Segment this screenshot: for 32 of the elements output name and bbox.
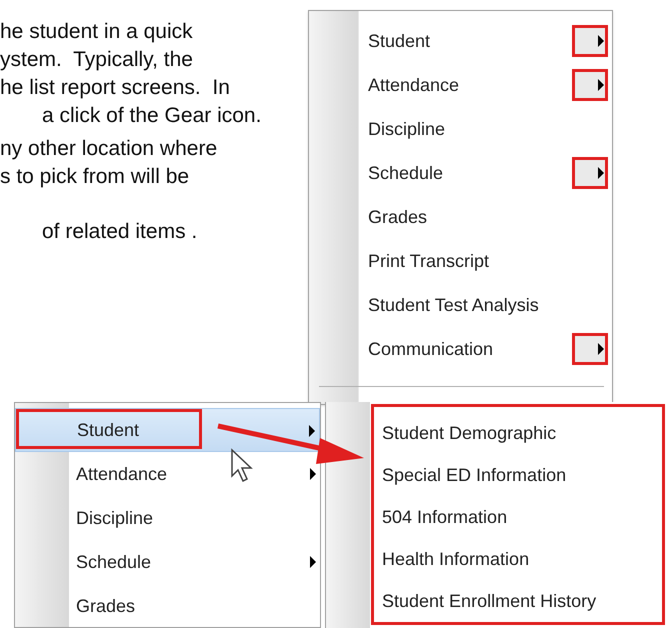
body-text-line: ystem. Typically, the: [0, 47, 193, 73]
menu-item[interactable]: Student Test Analysis: [359, 283, 612, 327]
submenu-arrow-icon: [598, 79, 604, 91]
body-text-line: he list report screens. In: [0, 75, 230, 101]
menu-item[interactable]: Student: [359, 19, 612, 63]
menu-item[interactable]: Grades: [15, 584, 320, 628]
menu-item[interactable]: Grades: [359, 195, 612, 239]
submenu-arrow-icon: [310, 468, 316, 480]
menu-item[interactable]: Student Enrollment History: [374, 580, 662, 622]
menu-item[interactable]: Communication: [359, 327, 612, 371]
menu-item[interactable]: Health Information: [374, 538, 662, 580]
body-text-line: he student in a quick: [0, 19, 193, 45]
menu-item[interactable]: Special ED Information: [374, 454, 662, 497]
menu-item[interactable]: Schedule: [359, 151, 612, 195]
submenu-arrow-icon: [309, 425, 315, 437]
menu-item[interactable]: Discipline: [15, 496, 320, 540]
menu-item[interactable]: Student: [15, 408, 320, 452]
menu-item[interactable]: Schedule: [15, 540, 320, 584]
body-text-line: ny other location where: [0, 136, 218, 162]
menu-item[interactable]: Student Demographic: [374, 413, 662, 455]
submenu-arrow-icon: [598, 343, 604, 355]
menu-item[interactable]: Discipline: [359, 107, 612, 151]
menu-item[interactable]: Print Transcript: [359, 239, 612, 283]
submenu-arrow-icon: [598, 35, 604, 47]
body-text-line: a click of the Gear icon.: [42, 103, 262, 129]
body-text-line: of related items .: [42, 219, 198, 245]
submenu-arrow-icon: [310, 556, 316, 568]
menu-item[interactable]: Attendance: [15, 452, 320, 496]
body-text-line: s to pick from will be: [0, 164, 190, 190]
menu-item[interactable]: Attendance: [359, 63, 612, 107]
submenu-arrow-icon: [598, 167, 604, 179]
menu-item[interactable]: 504 Information: [374, 496, 662, 538]
